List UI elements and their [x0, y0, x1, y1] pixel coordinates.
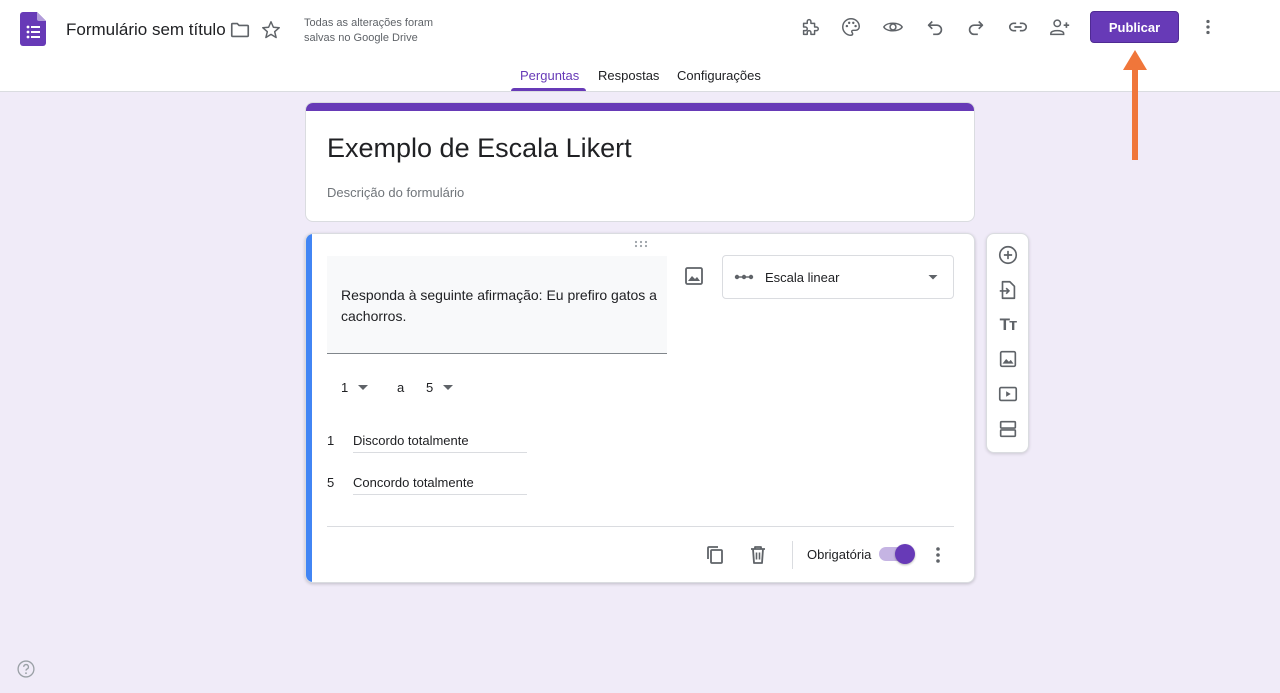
active-question-accent — [306, 234, 312, 582]
add-image-icon[interactable] — [682, 264, 706, 288]
form-description-input[interactable]: Descrição do formulário — [327, 185, 464, 200]
add-title-button[interactable]: Tт — [996, 313, 1020, 337]
folder-icon[interactable] — [228, 18, 252, 42]
question-text: Responda à seguinte afirmação: Eu prefir… — [341, 287, 657, 324]
duplicate-icon[interactable] — [703, 543, 727, 567]
active-tab-indicator — [511, 88, 586, 91]
link-icon[interactable] — [1006, 15, 1030, 39]
question-card: Responda à seguinte afirmação: Eu prefir… — [305, 233, 975, 583]
required-toggle[interactable] — [879, 544, 915, 564]
import-questions-icon — [999, 280, 1016, 300]
toggle-knob — [895, 544, 915, 564]
delete-icon[interactable] — [746, 543, 770, 567]
more-vert-icon[interactable] — [1196, 15, 1220, 39]
chevron-down-icon — [443, 385, 454, 390]
form-tabs: Perguntas Respostas Configurações — [0, 62, 1280, 92]
form-title-card: Exemplo de Escala Likert Descrição do fo… — [305, 102, 975, 222]
question-text-field[interactable]: Responda à seguinte afirmação: Eu prefir… — [327, 256, 667, 354]
footer-vertical-divider — [792, 541, 793, 569]
save-status: Todas as alterações foram salvas no Goog… — [304, 17, 434, 44]
scale-label-max-input[interactable]: Concordo totalmente — [353, 475, 527, 495]
tab-settings[interactable]: Configurações — [677, 68, 761, 83]
publish-button[interactable]: Publicar — [1090, 11, 1179, 43]
form-title[interactable]: Exemplo de Escala Likert — [327, 133, 632, 164]
add-section-button[interactable] — [996, 417, 1020, 441]
scale-min-select[interactable]: 1 — [341, 380, 369, 395]
add-title-icon: Tт — [999, 315, 1018, 334]
add-image-button[interactable] — [996, 347, 1020, 371]
add-question-button[interactable] — [996, 243, 1020, 267]
question-footer-divider — [327, 526, 954, 527]
annotation-arrow-icon — [1123, 50, 1147, 160]
import-questions-button[interactable] — [996, 278, 1020, 302]
add-question-icon — [998, 245, 1018, 265]
linear-scale-icon — [734, 274, 754, 280]
preview-eye-icon[interactable] — [881, 15, 905, 39]
scale-min-value: 1 — [341, 380, 349, 395]
tab-questions[interactable]: Perguntas — [520, 68, 579, 83]
help-icon[interactable] — [16, 659, 36, 679]
side-toolbar: Tт — [986, 233, 1029, 453]
palette-icon[interactable] — [839, 15, 863, 39]
scale-label-min-input[interactable]: Discordo totalmente — [353, 433, 527, 453]
forms-logo-icon[interactable] — [20, 12, 46, 46]
addon-puzzle-icon[interactable] — [798, 15, 822, 39]
scale-max-select[interactable]: 5 — [426, 380, 454, 395]
title-card-accent — [306, 103, 974, 111]
redo-icon[interactable] — [964, 15, 988, 39]
app-header: Formulário sem título Todas as alteraçõe… — [0, 0, 1280, 92]
add-collaborator-icon[interactable] — [1048, 15, 1072, 39]
chevron-down-icon — [358, 385, 369, 390]
chevron-down-icon — [928, 275, 938, 280]
add-image-icon — [999, 350, 1017, 368]
scale-max-value: 5 — [426, 380, 434, 395]
more-vert-icon[interactable] — [926, 543, 950, 567]
add-section-icon — [999, 420, 1017, 438]
question-type-label: Escala linear — [765, 270, 840, 285]
question-type-select[interactable]: Escala linear — [722, 255, 954, 299]
scale-label-max-num: 5 — [327, 475, 335, 490]
drag-handle-icon[interactable] — [634, 240, 648, 248]
star-icon[interactable] — [259, 18, 283, 42]
add-video-icon — [998, 386, 1018, 402]
scale-range-separator: a — [397, 380, 405, 395]
add-video-button[interactable] — [996, 382, 1020, 406]
doc-title[interactable]: Formulário sem título — [66, 20, 226, 40]
scale-label-min-num: 1 — [327, 433, 335, 448]
tab-responses[interactable]: Respostas — [598, 68, 659, 83]
undo-icon[interactable] — [923, 15, 947, 39]
required-label: Obrigatória — [807, 547, 872, 562]
